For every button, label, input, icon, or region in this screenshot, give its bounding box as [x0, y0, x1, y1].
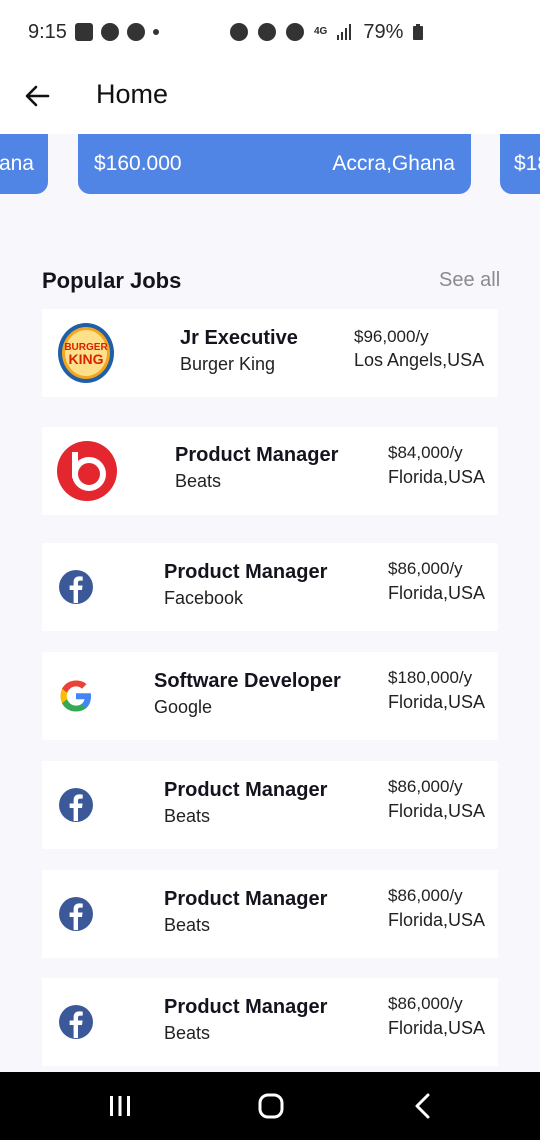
banner-salary: $160.000	[94, 152, 182, 175]
job-title: Product Manager	[164, 888, 328, 910]
featured-job-banner[interactable]: ana	[0, 134, 48, 194]
back-arrow-icon[interactable]	[22, 80, 54, 112]
beats-logo	[57, 441, 117, 501]
alarm-icon	[230, 23, 248, 41]
home-icon[interactable]	[251, 1090, 291, 1122]
hotspot-icon	[286, 23, 304, 41]
job-title: Product Manager	[175, 444, 339, 466]
job-company: Beats	[164, 1023, 211, 1043]
google-logo	[60, 680, 91, 712]
job-company: Beats	[175, 471, 222, 491]
featured-job-banner[interactable]: $160.000 Accra,Ghana	[78, 134, 471, 194]
app-notification-icon	[126, 23, 145, 41]
see-all-link[interactable]: See all	[439, 269, 500, 292]
popular-jobs-heading: Popular Jobs	[42, 268, 182, 293]
job-location: Florida,USA	[388, 801, 486, 821]
job-card[interactable]: Product Manager Beats $86,000/y Florida,…	[42, 978, 498, 1066]
job-salary: $84,000/y	[388, 443, 463, 462]
job-location: Florida,USA	[388, 1018, 486, 1038]
job-salary: $86,000/y	[388, 777, 463, 796]
job-salary: $86,000/y	[388, 886, 463, 905]
job-card[interactable]: Product Manager Facebook $86,000/y Flori…	[42, 543, 498, 631]
whatsapp-notification-icon	[100, 23, 119, 41]
job-location: Florida,USA	[388, 692, 486, 712]
job-title: Jr Executive	[180, 327, 298, 349]
status-time: 9:15	[28, 20, 67, 43]
battery-percent: 79%	[363, 20, 404, 43]
job-card[interactable]: Product Manager Beats $86,000/y Florida,…	[42, 761, 498, 849]
banner-location: ana	[0, 152, 34, 175]
job-card[interactable]: Product Manager Beats $86,000/y Florida,…	[42, 870, 498, 958]
job-title: Product Manager	[164, 779, 328, 801]
facebook-logo	[59, 897, 93, 931]
job-location: Florida,USA	[388, 583, 486, 603]
network-type-label: 4G	[314, 26, 328, 37]
job-title: Software Developer	[154, 670, 341, 692]
facebook-logo	[59, 570, 93, 604]
status-bar: 9:15 4G 79%	[0, 0, 540, 64]
job-company: Burger King	[180, 354, 276, 374]
facebook-logo	[59, 788, 93, 822]
page-title: Home	[96, 79, 169, 109]
battery-icon	[413, 24, 424, 40]
job-card[interactable]: Software Developer Google $180,000/y Flo…	[42, 652, 498, 740]
job-salary: $96,000/y	[354, 327, 429, 346]
gallery-notification-icon	[74, 23, 93, 41]
mute-icon	[258, 23, 276, 41]
banner-salary: $18	[514, 152, 540, 175]
job-location: Florida,USA	[388, 467, 486, 487]
job-company: Google	[154, 697, 213, 717]
job-company: Facebook	[164, 588, 244, 608]
system-nav-bar	[0, 1072, 540, 1140]
back-nav-icon[interactable]	[403, 1090, 443, 1122]
app-bar: Home	[0, 64, 540, 134]
job-title: Product Manager	[164, 561, 328, 583]
facebook-logo	[59, 1005, 93, 1039]
featured-job-banner[interactable]: $18	[500, 134, 540, 194]
job-title: Product Manager	[164, 996, 328, 1018]
job-company: Beats	[164, 806, 211, 826]
job-salary: $86,000/y	[388, 994, 463, 1013]
job-card[interactable]: BURGER KING Jr Executive Burger King $96…	[42, 309, 498, 397]
signal-icon	[337, 24, 352, 40]
job-location: Florida,USA	[388, 910, 486, 930]
job-salary: $86,000/y	[388, 559, 463, 578]
svg-text:KING: KING	[69, 351, 104, 367]
featured-jobs-carousel[interactable]: ana $160.000 Accra,Ghana $18	[0, 134, 540, 196]
more-notifications-icon	[152, 29, 159, 35]
recent-apps-icon[interactable]	[100, 1090, 140, 1122]
burger-king-logo: BURGER KING	[58, 323, 114, 383]
job-location: Los Angels,USA	[354, 350, 485, 370]
job-card[interactable]: Product Manager Beats $84,000/y Florida,…	[42, 427, 498, 515]
job-salary: $180,000/y	[388, 668, 473, 687]
job-company: Beats	[164, 915, 211, 935]
banner-location: Accra,Ghana	[332, 152, 455, 175]
